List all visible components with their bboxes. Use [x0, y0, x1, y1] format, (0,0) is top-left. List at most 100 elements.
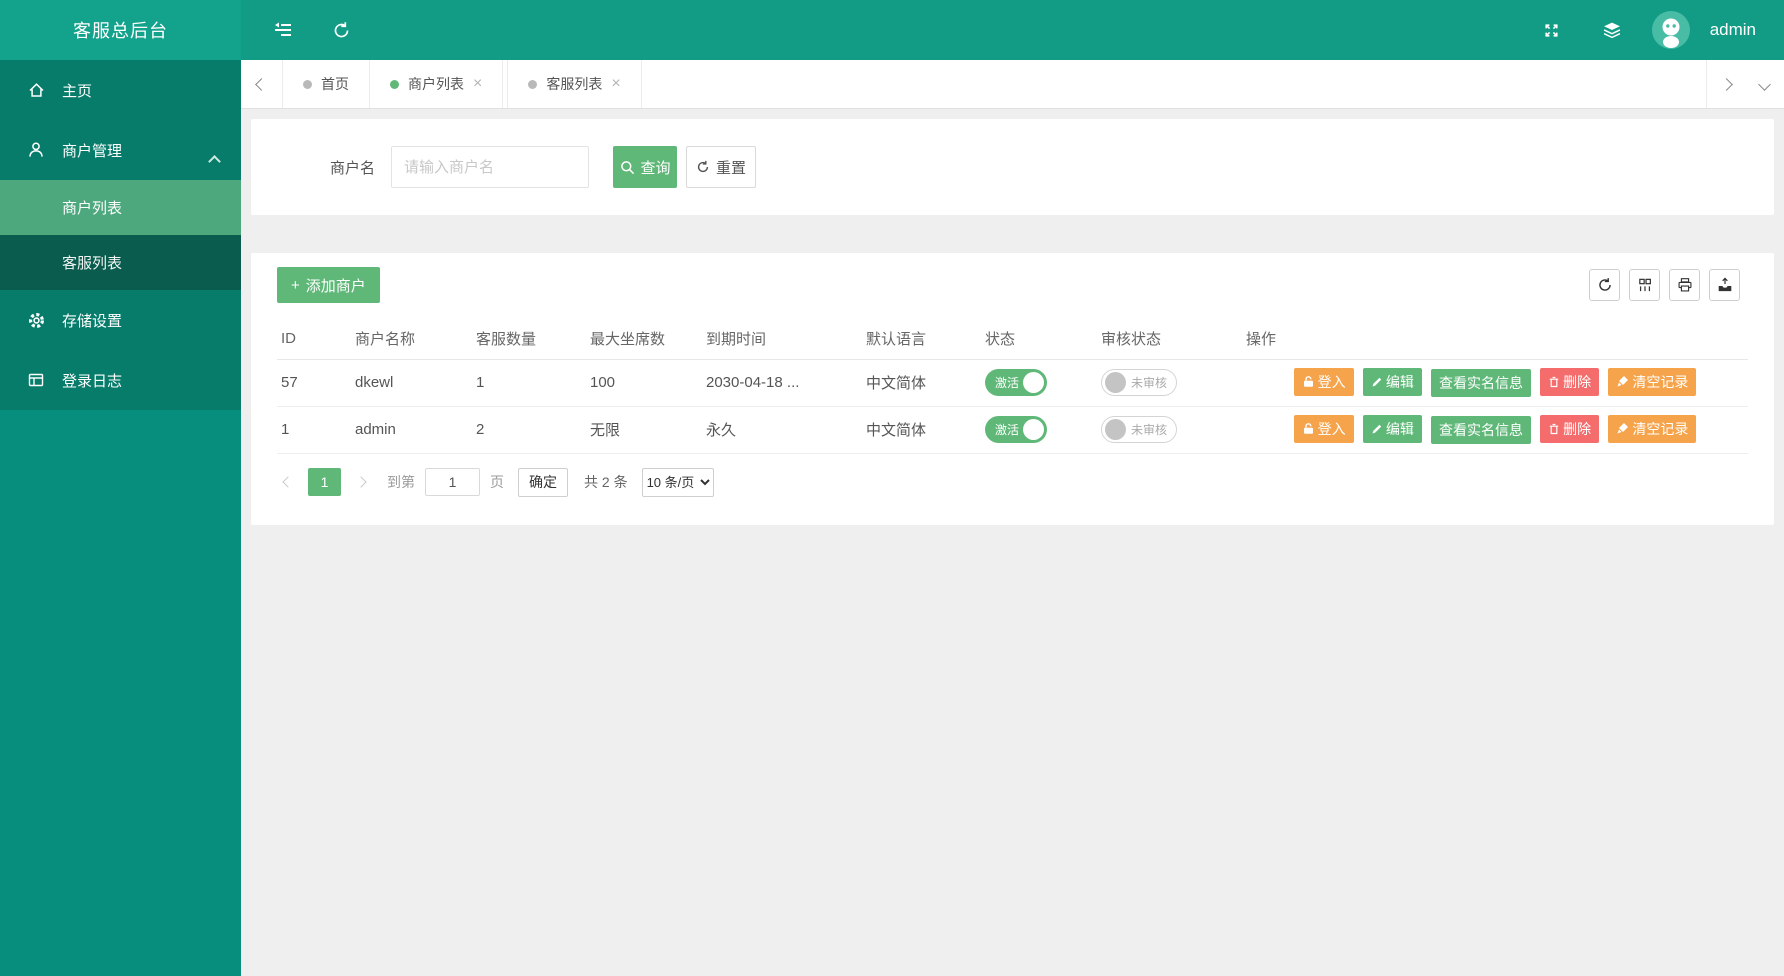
cell-audit-status: 未审核	[1097, 359, 1242, 407]
sidebar-item-service-list[interactable]: 客服列表	[0, 235, 241, 290]
page-unit-label: 页	[490, 474, 504, 490]
confirm-button[interactable]: 确定	[518, 467, 568, 497]
sidebar-item-label: 登录日志	[62, 372, 123, 390]
toggle-knob	[1023, 372, 1044, 393]
page-number-button[interactable]: 1	[308, 468, 341, 496]
col-max-seats: 最大坐席数	[586, 319, 702, 360]
layers-icon[interactable]	[1592, 10, 1632, 50]
tabs-menu-button[interactable]	[1745, 60, 1784, 108]
username[interactable]: admin	[1710, 20, 1756, 40]
cell-id: 1	[277, 406, 351, 454]
columns-icon	[1638, 278, 1651, 292]
goto-label: 到第	[387, 474, 415, 490]
delete-button[interactable]: 删除	[1540, 368, 1600, 397]
user-icon	[26, 140, 46, 160]
query-button[interactable]: 查询	[613, 146, 678, 188]
tab-bar: 首页 商户列表 × 客服列表 ×	[241, 60, 1784, 109]
tab-service-list[interactable]: 客服列表 ×	[507, 60, 642, 108]
sidebar-item-label: 主页	[62, 82, 93, 100]
fullscreen-icon[interactable]	[1532, 10, 1572, 50]
brush-icon	[1617, 376, 1629, 387]
cell-agent-count: 1	[472, 359, 586, 407]
table-columns-button[interactable]	[1629, 269, 1660, 301]
tab-label: 商户列表	[408, 76, 464, 92]
brush-icon	[1617, 423, 1629, 434]
clear-records-button[interactable]: 清空记录	[1608, 414, 1697, 443]
chevron-right-icon	[1719, 77, 1733, 91]
printer-icon	[1678, 278, 1691, 292]
clear-records-button[interactable]: 清空记录	[1608, 367, 1697, 396]
tab-label: 首页	[321, 76, 349, 92]
goto-page-input[interactable]	[425, 468, 480, 496]
pagination: 1 到第 页 确定 共 2 条 10 条/页	[277, 467, 1748, 497]
cell-default-language: 中文简体	[862, 406, 981, 454]
add-merchant-button[interactable]: + 添加商户	[277, 267, 380, 303]
table-print-button[interactable]	[1669, 269, 1700, 301]
tab-home[interactable]: 首页	[283, 60, 370, 108]
delete-button[interactable]: 删除	[1540, 415, 1600, 444]
sidebar: 客服总后台 主页 商户管理 商户列表 客服列表 存储设置 登录日志	[0, 0, 241, 976]
trash-icon	[1549, 424, 1559, 435]
status-toggle[interactable]: 激活	[985, 416, 1047, 443]
close-icon[interactable]: ×	[611, 76, 620, 92]
toggle-knob	[1105, 419, 1126, 440]
sidebar-item-merchant-management[interactable]: 商户管理	[0, 120, 241, 180]
col-audit-status: 审核状态	[1097, 319, 1242, 360]
cell-id: 57	[277, 359, 351, 407]
chevron-left-icon	[282, 476, 294, 488]
sidebar-item-login-log[interactable]: 登录日志	[0, 350, 241, 410]
col-agent-count: 客服数量	[472, 319, 586, 360]
cell-default-language: 中文简体	[862, 359, 981, 407]
pencil-icon	[1372, 425, 1382, 434]
table-row: 57 dkewl 1 100 2030-04-18 ... 中文简体 激活 未审…	[277, 359, 1748, 407]
sidebar-item-home[interactable]: 主页	[0, 60, 241, 120]
home-icon	[26, 80, 46, 100]
view-realname-button[interactable]: 查看实名信息	[1431, 416, 1531, 445]
export-icon	[1718, 277, 1731, 292]
prev-page-button[interactable]	[278, 476, 298, 488]
pencil-icon	[1372, 378, 1382, 387]
collapse-sidebar-icon[interactable]	[263, 10, 303, 50]
toggle-knob	[1105, 372, 1126, 393]
close-icon[interactable]: ×	[473, 76, 482, 92]
search-panel: 商户名 查询 重置	[251, 119, 1774, 215]
tabs-scroll-left-button[interactable]	[241, 60, 283, 108]
page-size-select[interactable]: 10 条/页	[641, 467, 714, 497]
cell-status: 激活	[981, 359, 1097, 407]
audit-toggle[interactable]: 未审核	[1101, 369, 1177, 396]
col-merchant-name: 商户名称	[351, 319, 472, 360]
avatar[interactable]	[1651, 11, 1690, 49]
app-title: 客服总后台	[0, 0, 241, 60]
col-expire-time: 到期时间	[702, 319, 862, 360]
plus-icon: +	[291, 276, 300, 294]
cell-audit-status: 未审核	[1097, 406, 1242, 454]
reset-icon	[697, 160, 709, 173]
edit-button[interactable]: 编辑	[1362, 415, 1422, 444]
sidebar-item-label: 存储设置	[62, 312, 123, 330]
status-toggle[interactable]: 激活	[985, 369, 1047, 396]
audit-toggle[interactable]: 未审核	[1101, 416, 1177, 443]
cell-merchant-name: dkewl	[351, 359, 472, 407]
col-id: ID	[277, 319, 351, 360]
sidebar-item-merchant-list[interactable]: 商户列表	[0, 180, 241, 235]
tab-merchant-list[interactable]: 商户列表 ×	[370, 60, 504, 108]
next-page-button[interactable]	[351, 476, 371, 488]
chevron-down-icon	[1758, 77, 1771, 91]
chevron-up-icon	[208, 155, 221, 168]
reset-button[interactable]: 重置	[686, 146, 757, 188]
table-export-button[interactable]	[1709, 269, 1740, 301]
sidebar-item-label: 商户管理	[62, 142, 123, 160]
table-refresh-button[interactable]	[1589, 269, 1620, 301]
sidebar-menu: 主页 商户管理 商户列表 客服列表 存储设置 登录日志	[0, 60, 241, 410]
refresh-icon[interactable]	[321, 10, 361, 50]
login-button[interactable]: 登入	[1293, 367, 1354, 396]
view-realname-button[interactable]: 查看实名信息	[1431, 369, 1531, 398]
merchant-name-input[interactable]	[391, 146, 590, 188]
search-icon	[620, 160, 634, 174]
edit-button[interactable]: 编辑	[1362, 368, 1422, 397]
top-navbar: admin	[241, 0, 1784, 60]
chevron-left-icon	[255, 77, 268, 91]
sidebar-item-storage-settings[interactable]: 存储设置	[0, 290, 241, 350]
login-button[interactable]: 登入	[1293, 414, 1354, 443]
tabs-scroll-right-button[interactable]	[1706, 60, 1745, 108]
